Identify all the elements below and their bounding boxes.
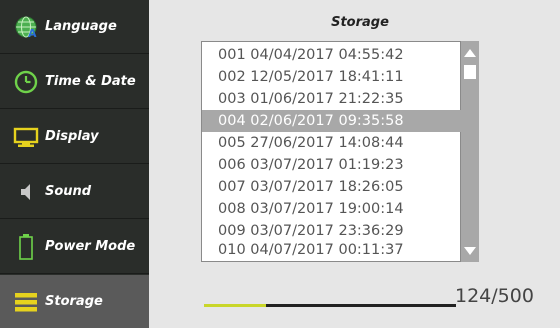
sidebar-item-sound[interactable]: Sound [0,165,149,219]
monitor-icon [12,123,40,151]
scroll-thumb[interactable] [464,65,476,79]
globe-icon: A [12,13,40,41]
scroll-down-icon[interactable] [464,247,476,255]
sidebar-item-language[interactable]: A Language [0,0,149,54]
sidebar-item-label: Time & Date [45,74,136,89]
sidebar-item-power-mode[interactable]: Power Mode [0,220,149,274]
list-item[interactable]: 007 03/07/2017 18:26:05 [202,176,461,198]
scroll-up-icon[interactable] [464,49,476,57]
storage-counter: 124/500 [455,285,534,307]
list-item[interactable]: 010 04/07/2017 00:11:37 [202,239,461,261]
clock-icon [12,68,40,96]
list-item[interactable]: 008 03/07/2017 19:00:14 [202,198,461,220]
sidebar-item-label: Sound [45,184,92,199]
list-item[interactable]: 005 27/06/2017 14:08:44 [202,132,461,154]
battery-icon [12,233,40,261]
sidebar-item-label: Power Mode [45,239,136,254]
list-item[interactable]: 003 01/06/2017 21:22:35 [202,88,461,110]
list-item[interactable]: 001 04/04/2017 04:55:42 [202,44,461,66]
speaker-icon [12,178,40,206]
sidebar-item-label: Display [45,129,99,144]
list-item[interactable]: 006 03/07/2017 01:19:23 [202,154,461,176]
sidebar-item-display[interactable]: Display [0,110,149,164]
storage-progress-bar [204,304,456,307]
page-title: Storage [331,15,389,30]
sidebar-item-label: Storage [45,294,103,309]
list-item[interactable]: 002 12/05/2017 18:41:11 [202,66,461,88]
sidebar-item-storage[interactable]: Storage [0,275,149,328]
sidebar-item-time-date[interactable]: Time & Date [0,55,149,109]
list-item-selected[interactable]: 004 02/06/2017 09:35:58 [202,110,461,132]
svg-text:A: A [28,27,37,39]
scrollbar[interactable] [461,41,479,262]
storage-progress-fill [204,304,267,307]
storage-record-list[interactable]: 001 04/04/2017 04:55:42 002 12/05/2017 1… [201,41,461,262]
storage-icon [12,288,40,316]
sidebar: A Language Time & Date Display Sound Pow… [0,0,149,328]
sidebar-item-label: Language [45,19,117,34]
